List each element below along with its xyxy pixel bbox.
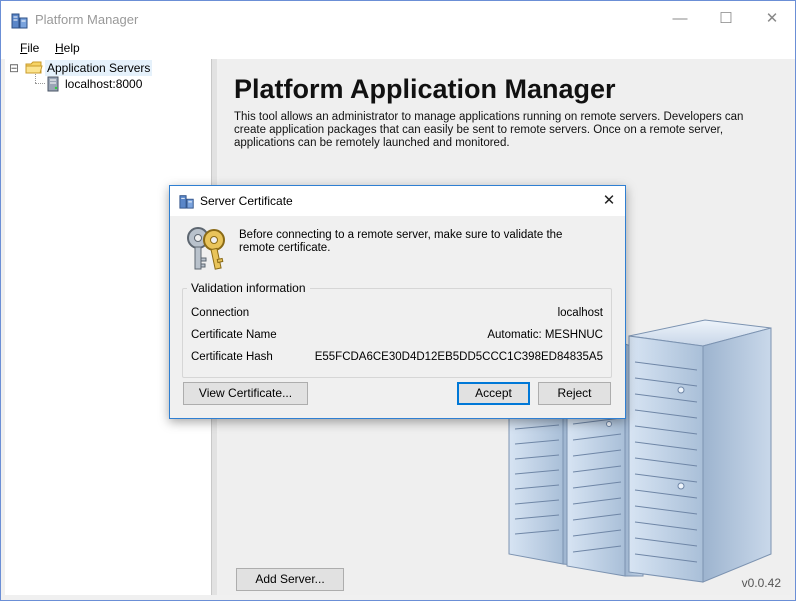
tree-connector-branch	[35, 83, 45, 84]
menu-file-label: ile	[27, 41, 40, 55]
dialog-title-bar[interactable]: Server Certificate ✕	[170, 186, 625, 216]
server-app-icon	[179, 195, 194, 209]
page-title: Platform Application Manager	[234, 74, 616, 104]
close-button[interactable]: ✕	[749, 1, 795, 37]
dialog-message: Before connecting to a remote server, ma…	[239, 229, 563, 254]
maximize-button[interactable]: ☐	[703, 1, 749, 37]
row-certificate-hash: Certificate Hash E55FCDA6CE30D4D12EB5DD5…	[191, 349, 603, 365]
accept-button[interactable]: Accept	[457, 382, 530, 405]
menu-help[interactable]: Help	[53, 40, 82, 56]
add-server-button[interactable]: Add Server...	[236, 568, 344, 591]
version-label: v0.0.42	[741, 576, 781, 590]
menu-help-label: elp	[63, 41, 80, 55]
tree-item-application-servers[interactable]: Application Servers	[45, 60, 153, 76]
title-bar[interactable]: Platform Manager — ☐ ✕	[1, 1, 795, 37]
keys-icon	[187, 227, 225, 270]
tree-collapse-toggle[interactable]: ⊟	[9, 60, 21, 76]
dialog-body: Before connecting to a remote server, ma…	[170, 216, 625, 418]
reject-button[interactable]: Reject	[538, 382, 611, 405]
tree-connector	[35, 74, 37, 83]
certificate-name-value: Automatic: MESHNUC	[487, 329, 603, 341]
validation-groupbox: Validation information Connection localh…	[182, 281, 612, 378]
certificate-hash-label: Certificate Hash	[191, 351, 273, 363]
minimize-button[interactable]: —	[657, 1, 703, 37]
connection-value: localhost	[557, 307, 603, 319]
menu-help-mnemonic: H	[55, 41, 64, 55]
server-icon	[47, 76, 59, 92]
menu-bar: File Help	[1, 37, 795, 59]
page-description: This tool allows an administrator to man…	[234, 111, 744, 149]
view-certificate-button[interactable]: View Certificate...	[183, 382, 308, 405]
row-connection: Connection localhost	[191, 305, 603, 321]
folder-icon	[25, 61, 43, 74]
certificate-name-label: Certificate Name	[191, 329, 277, 341]
server-app-icon	[11, 13, 28, 29]
window-title: Platform Manager	[35, 12, 139, 27]
dialog-close-button[interactable]: ✕	[593, 186, 625, 216]
certificate-hash-value: E55FCDA6CE30D4D12EB5DD5CCC1C398ED84835A5	[314, 351, 603, 363]
dialog-title: Server Certificate	[200, 194, 293, 208]
main-window: Platform Manager — ☐ ✕ File Help ⊟ Appli…	[0, 0, 796, 601]
connection-label: Connection	[191, 307, 250, 319]
tree-item-localhost[interactable]: localhost:8000	[65, 76, 142, 92]
row-certificate-name: Certificate Name Automatic: MESHNUC	[191, 327, 603, 343]
group-title: Validation information	[187, 281, 310, 295]
menu-file[interactable]: File	[18, 40, 41, 56]
server-certificate-dialog: Server Certificate ✕ Before connecting t…	[169, 185, 626, 419]
